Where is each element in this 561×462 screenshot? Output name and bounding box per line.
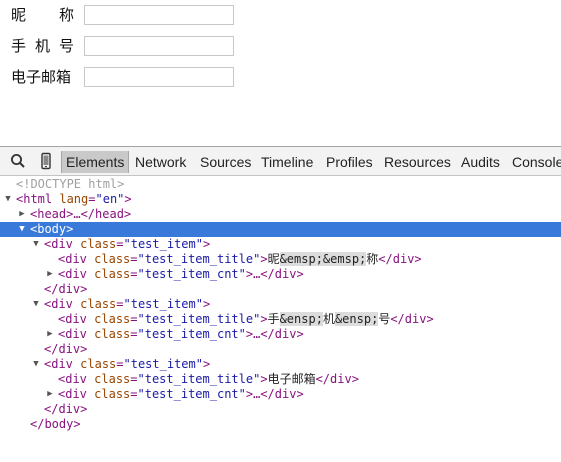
collapsed-triangle-icon[interactable]: ▶ [17, 207, 27, 222]
dom-node-test-item-title[interactable]: <div class="test_item_title">电子邮箱</div> [0, 372, 561, 387]
nickname-label: 昵 称 [11, 6, 74, 24]
devtools-panel: Elements Network Sources Timeline Profil… [0, 146, 561, 431]
collapsed-triangle-icon[interactable]: ▶ [45, 327, 55, 342]
dom-node-close-div[interactable]: </div> [0, 282, 561, 297]
dom-node-test-item-cnt[interactable]: ▶ <div class="test_item_cnt">…</div> [0, 267, 561, 282]
page-viewport: 昵 称 手 机 号 电子邮箱 [0, 0, 561, 146]
expanded-triangle-icon[interactable]: ▼ [31, 297, 41, 312]
phone-input[interactable] [84, 36, 234, 56]
device-mode-icon[interactable] [37, 152, 55, 170]
dom-node-test-item-title[interactable]: <div class="test_item_title">昵&emsp;&ems… [0, 252, 561, 267]
nickname-input[interactable] [84, 5, 234, 25]
dom-node-test-item[interactable]: ▼ <div class="test_item"> [0, 237, 561, 252]
dom-tree: <!DOCTYPE html> ▼ <html lang="en"> ▶ <he… [0, 176, 561, 431]
dom-node-html[interactable]: ▼ <html lang="en"> [0, 192, 561, 207]
email-input[interactable] [84, 67, 234, 87]
dom-node-test-item-title[interactable]: <div class="test_item_title">手&ensp;机&en… [0, 312, 561, 327]
email-label: 电子邮箱 [11, 68, 72, 86]
dom-node-test-item[interactable]: ▼ <div class="test_item"> [0, 297, 561, 312]
dom-node-test-item-cnt[interactable]: ▶ <div class="test_item_cnt">…</div> [0, 387, 561, 402]
expanded-triangle-icon[interactable]: ▼ [31, 357, 41, 372]
tab-profiles[interactable]: Profiles [326, 151, 373, 173]
collapsed-triangle-icon[interactable]: ▶ [45, 267, 55, 282]
devtools-tab-bar: Elements Network Sources Timeline Profil… [0, 146, 561, 176]
dom-node-head[interactable]: ▶ <head>…</head> [0, 207, 561, 222]
tab-elements[interactable]: Elements [61, 151, 130, 173]
phone-label: 手 机 号 [11, 37, 74, 55]
dom-node-test-item-cnt[interactable]: ▶ <div class="test_item_cnt">…</div> [0, 327, 561, 342]
dom-node-close-div[interactable]: </div> [0, 402, 561, 417]
tab-timeline[interactable]: Timeline [261, 151, 313, 173]
search-icon[interactable] [9, 152, 27, 170]
tab-console[interactable]: Console [512, 151, 561, 173]
tab-resources[interactable]: Resources [384, 151, 451, 173]
dom-node-body-selected[interactable]: ▼ <body> [0, 222, 561, 237]
expanded-triangle-icon[interactable]: ▼ [3, 192, 13, 207]
tab-network[interactable]: Network [135, 151, 186, 173]
expanded-triangle-icon[interactable]: ▼ [17, 222, 27, 237]
dom-node-test-item[interactable]: ▼ <div class="test_item"> [0, 357, 561, 372]
collapsed-triangle-icon[interactable]: ▶ [45, 387, 55, 402]
expanded-triangle-icon[interactable]: ▼ [31, 237, 41, 252]
dom-node-doctype[interactable]: <!DOCTYPE html> [0, 177, 561, 192]
tab-audits[interactable]: Audits [461, 151, 500, 173]
dom-node-close-div[interactable]: </div> [0, 342, 561, 357]
tab-sources[interactable]: Sources [200, 151, 251, 173]
